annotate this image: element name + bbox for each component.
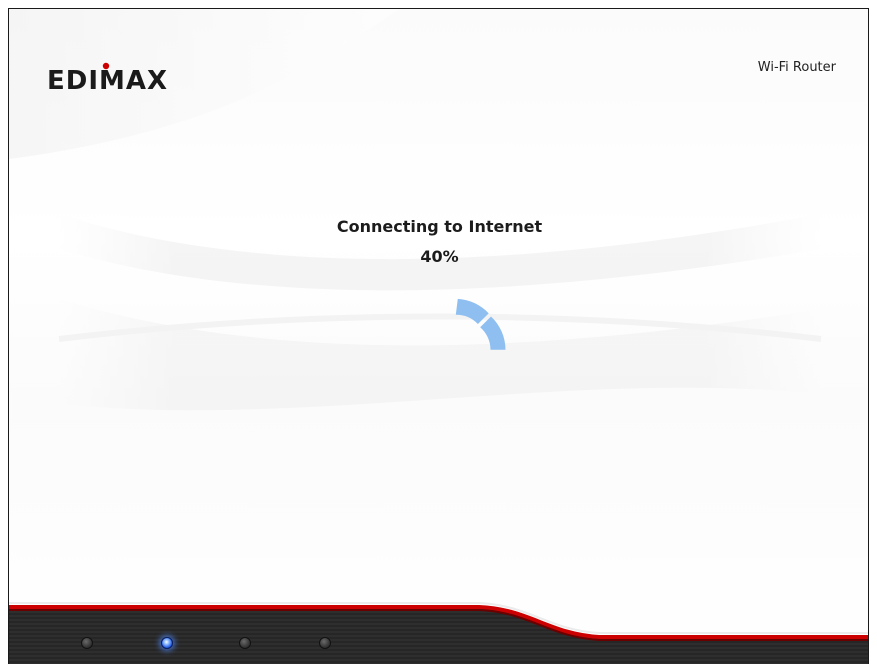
led-indicator-1	[81, 637, 93, 649]
spinner-segment-2	[480, 316, 506, 350]
loading-spinner-icon	[455, 298, 506, 350]
router-setup-window: EDIMAX Wi-Fi Router Connecting to Intern…	[8, 8, 869, 664]
led-indicator-2	[161, 637, 173, 649]
spinner-segment-1	[455, 298, 489, 324]
product-name: Wi-Fi Router	[757, 60, 836, 75]
progress-percent: 40%	[420, 247, 459, 266]
footer-bar	[9, 602, 868, 664]
led-indicator-4	[319, 637, 331, 649]
status-panel: Connecting to Internet 40%	[9, 216, 868, 268]
svg-text:EDIMAX: EDIMAX	[47, 66, 168, 95]
edimax-logo: EDIMAX	[47, 62, 168, 95]
status-title: Connecting to Internet	[336, 217, 543, 236]
led-indicator-3	[239, 637, 251, 649]
